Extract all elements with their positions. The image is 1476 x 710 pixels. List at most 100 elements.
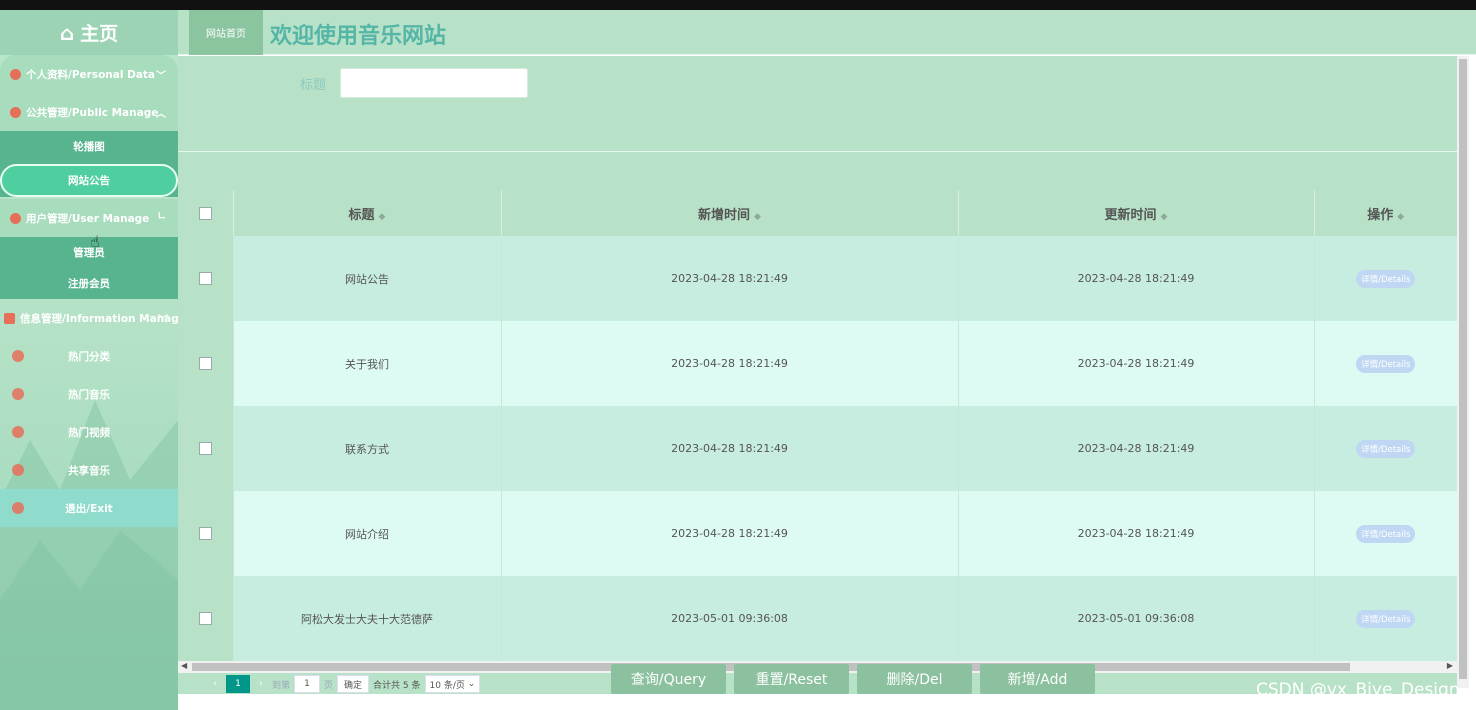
submenu-members[interactable]: 注册会员 bbox=[0, 268, 178, 299]
cell-actions: 详情/Details bbox=[1313, 321, 1457, 406]
cell-title: 关于我们 bbox=[232, 321, 501, 406]
cell-updated: 2023-04-28 18:21:49 bbox=[957, 321, 1314, 406]
data-table: 标题 ◆ 新增时间 ◆ 更新时间 ◆ 操作 ◆ 网站公告 2023-04-28 18:2… bbox=[178, 190, 1457, 661]
row-select-cell bbox=[178, 491, 233, 576]
delete-button[interactable]: 删除/Del bbox=[857, 664, 972, 694]
search-title-label: 标题 bbox=[300, 78, 327, 93]
column-header-created[interactable]: 新增时间 ◆ bbox=[500, 190, 958, 236]
table-row: 关于我们 2023-04-28 18:21:49 2023-04-28 18:2… bbox=[178, 321, 1457, 406]
tab-home[interactable]: 网站首页 bbox=[189, 10, 263, 55]
column-header-title[interactable]: 标题 ◆ bbox=[232, 190, 501, 236]
details-button[interactable]: 详情/Details bbox=[1356, 354, 1416, 373]
cell-updated: 2023-05-01 09:36:08 bbox=[957, 576, 1314, 661]
submenu-admin[interactable]: 管理员 bbox=[0, 237, 178, 268]
vertical-scrollbar[interactable] bbox=[1457, 56, 1469, 688]
row-select-cell bbox=[178, 236, 233, 321]
chevron-icon: ∟ bbox=[157, 211, 166, 222]
submenu-carousel-label: 轮播图 bbox=[73, 141, 105, 153]
column-created-label: 新增时间 bbox=[698, 207, 751, 223]
header: 网站首页 欢迎使用音乐网站 bbox=[178, 10, 1476, 55]
sidebar: ⌂ 主页 个人资料/Personal Data ﹀ 公共管理/Public Ma… bbox=[0, 10, 178, 710]
row-checkbox[interactable] bbox=[198, 272, 212, 286]
cell-title: 网站公告 bbox=[232, 236, 501, 321]
menu-hot-category-label: 热门分类 bbox=[68, 350, 110, 363]
sidebar-menu: 个人资料/Personal Data ﹀ 公共管理/Public Manage … bbox=[0, 55, 178, 527]
watermark: CSDN @vx_Biye_Design bbox=[1256, 680, 1460, 700]
page-title: 欢迎使用音乐网站 bbox=[270, 24, 447, 49]
window-top-bar bbox=[0, 0, 1476, 10]
cell-title: 网站介绍 bbox=[232, 491, 501, 576]
pagination: ‹ 1 › 到第 1 页 确定 合计共 5 条 10 条/页 ⌄ bbox=[208, 675, 481, 693]
row-select-cell bbox=[178, 576, 233, 661]
vertical-scrollbar-thumb[interactable] bbox=[1459, 59, 1467, 679]
menu-personal-data-label: 个人资料/Personal Data bbox=[26, 68, 156, 81]
row-select-cell bbox=[178, 406, 233, 491]
column-header-actions[interactable]: 操作 ◆ bbox=[1313, 190, 1457, 236]
add-button[interactable]: 新增/Add bbox=[980, 664, 1095, 694]
menu-shared-music[interactable]: 共享音乐 bbox=[0, 451, 178, 489]
menu-information-manage[interactable]: 信息管理/Information Manage ﹀ bbox=[0, 299, 178, 337]
details-button[interactable]: 详情/Details bbox=[1356, 439, 1416, 458]
goto-confirm-button[interactable]: 确定 bbox=[337, 675, 370, 693]
row-checkbox[interactable] bbox=[198, 357, 212, 371]
row-checkbox[interactable] bbox=[198, 527, 212, 541]
cell-created: 2023-04-28 18:21:49 bbox=[500, 236, 958, 321]
sort-icon[interactable]: ◆ bbox=[1397, 212, 1404, 222]
query-button[interactable]: 查询/Query bbox=[611, 664, 726, 694]
cell-actions: 详情/Details bbox=[1313, 576, 1457, 661]
menu-public-manage[interactable]: 公共管理/Public Manage ︿ bbox=[0, 93, 178, 131]
chevron-down-icon: ⌄ bbox=[467, 679, 476, 689]
sidebar-home[interactable]: ⌂ 主页 bbox=[0, 10, 178, 55]
flag-icon bbox=[10, 68, 21, 80]
row-checkbox[interactable] bbox=[198, 442, 212, 456]
current-page[interactable]: 1 bbox=[226, 675, 250, 693]
cell-created: 2023-04-28 18:21:49 bbox=[500, 491, 958, 576]
submenu-carousel[interactable]: 轮播图 bbox=[0, 131, 178, 162]
scroll-left-icon[interactable]: ◀ bbox=[181, 661, 187, 670]
sidebar-home-label: 主页 bbox=[80, 23, 119, 45]
details-button[interactable]: 详情/Details bbox=[1356, 609, 1416, 628]
table-row: 网站公告 2023-04-28 18:21:49 2023-04-28 18:2… bbox=[178, 236, 1457, 321]
cell-title: 阿松大发士大夫十大范德萨 bbox=[232, 576, 501, 661]
menu-hot-video[interactable]: 热门视频 bbox=[0, 413, 178, 451]
submenu-members-label: 注册会员 bbox=[68, 278, 110, 290]
house-icon bbox=[10, 106, 21, 118]
row-select-cell bbox=[178, 321, 233, 406]
prev-page-icon[interactable]: ‹ bbox=[208, 679, 222, 689]
page-size-select[interactable]: 10 条/页 ⌄ bbox=[424, 675, 481, 693]
reset-button[interactable]: 重置/Reset bbox=[734, 664, 849, 694]
row-checkbox[interactable] bbox=[198, 612, 212, 626]
home-icon: ⌂ bbox=[59, 20, 75, 45]
cell-actions: 详情/Details bbox=[1313, 406, 1457, 491]
sort-icon[interactable]: ◆ bbox=[1161, 212, 1168, 222]
sort-icon[interactable]: ◆ bbox=[754, 212, 761, 222]
select-all-checkbox[interactable] bbox=[198, 206, 212, 220]
menu-hot-music[interactable]: 热门音乐 bbox=[0, 375, 178, 413]
table-row: 联系方式 2023-04-28 18:21:49 2023-04-28 18:2… bbox=[178, 406, 1457, 491]
menu-personal-data[interactable]: 个人资料/Personal Data ﹀ bbox=[0, 55, 178, 93]
menu-user-manage[interactable]: 用户管理/User Manage ∟ bbox=[0, 199, 178, 237]
next-page-icon[interactable]: › bbox=[254, 679, 268, 689]
menu-public-manage-label: 公共管理/Public Manage bbox=[26, 106, 159, 119]
search-title-input[interactable] bbox=[340, 68, 528, 98]
search-area: 标题 bbox=[178, 56, 1457, 152]
submenu-site-notice[interactable]: 网站公告 bbox=[0, 164, 178, 197]
chevron-down-icon: ﹀ bbox=[156, 71, 166, 82]
cell-created: 2023-04-28 18:21:49 bbox=[500, 406, 958, 491]
cell-updated: 2023-04-28 18:21:49 bbox=[957, 491, 1314, 576]
menu-exit[interactable]: 退出/Exit bbox=[0, 489, 178, 527]
details-button[interactable]: 详情/Details bbox=[1356, 269, 1416, 288]
goto-page-input[interactable]: 1 bbox=[294, 675, 321, 693]
chevron-down-icon: ﹀ bbox=[158, 315, 168, 326]
column-header-updated[interactable]: 更新时间 ◆ bbox=[957, 190, 1314, 236]
chevron-up-icon: ︿ bbox=[156, 109, 166, 120]
public-manage-submenu: 轮播图 网站公告 bbox=[0, 131, 178, 197]
details-button[interactable]: 详情/Details bbox=[1356, 524, 1416, 543]
cell-created: 2023-04-28 18:21:49 bbox=[500, 321, 958, 406]
sort-icon[interactable]: ◆ bbox=[379, 212, 386, 222]
menu-hot-category[interactable]: 热门分类 bbox=[0, 337, 178, 375]
cell-created: 2023-05-01 09:36:08 bbox=[500, 576, 958, 661]
cell-title: 联系方式 bbox=[232, 406, 501, 491]
scroll-right-icon[interactable]: ▶ bbox=[1447, 661, 1453, 670]
page-unit-label: 页 bbox=[324, 680, 334, 691]
